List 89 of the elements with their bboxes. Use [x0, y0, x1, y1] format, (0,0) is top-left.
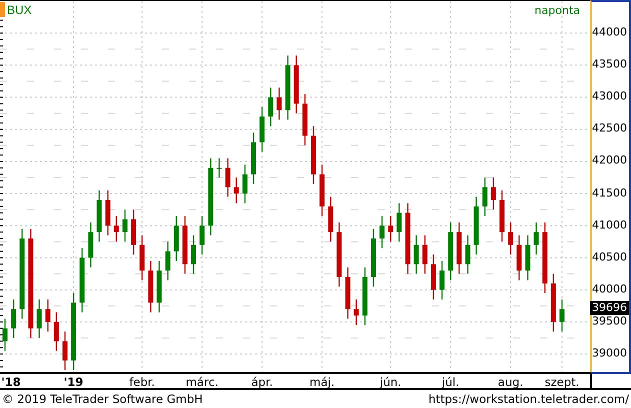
candlestick	[122, 210, 128, 242]
candlestick	[242, 164, 248, 204]
candlestick	[516, 235, 522, 280]
candlestick	[62, 332, 68, 370]
candlestick	[36, 299, 42, 338]
candlestick	[508, 222, 514, 255]
candlestick	[482, 178, 488, 216]
axis-label: szept.	[544, 375, 580, 389]
candlestick	[550, 274, 556, 332]
candlestick	[465, 235, 470, 274]
axis-label: '19	[64, 375, 84, 389]
website-link[interactable]: https://workstation.teletrader.com/	[428, 392, 629, 406]
interval-label: naponta	[534, 4, 580, 17]
candlestick	[430, 254, 436, 300]
axis-label: 39000	[592, 346, 627, 360]
candlestick	[500, 190, 505, 242]
candlestick	[165, 242, 170, 280]
candlestick	[234, 178, 239, 204]
candlestick	[490, 178, 496, 210]
axis-label: jún.	[380, 375, 402, 389]
axis-label: ápr.	[251, 375, 273, 389]
candlestick	[380, 216, 385, 248]
candlestick	[105, 190, 110, 236]
candlestick	[336, 222, 342, 287]
candlestick	[311, 126, 316, 184]
candlestick	[534, 222, 539, 255]
axis-label: 44000	[592, 26, 627, 39]
candlestick	[285, 56, 290, 120]
axis-label: 42000	[592, 154, 627, 167]
candlestick	[96, 190, 102, 242]
candlestick	[474, 196, 479, 255]
candlestick	[114, 216, 119, 242]
axis-label: '18	[1, 375, 21, 389]
symbol-label: BUX	[7, 2, 32, 16]
candlestick	[182, 216, 188, 274]
axis-label: 40500	[592, 250, 627, 264]
candlestick	[414, 235, 419, 274]
candlestick	[388, 216, 394, 242]
candlestick	[422, 235, 428, 274]
candlestick	[560, 299, 564, 332]
candlestick	[448, 222, 454, 280]
axis-label: 41500	[592, 186, 627, 200]
candlestick	[362, 267, 368, 326]
axis-label: 43500	[592, 58, 627, 71]
candlestick	[268, 88, 274, 126]
candlestick	[405, 203, 410, 274]
axis-label: márc.	[186, 375, 218, 389]
candlestick	[251, 132, 256, 184]
candlestick	[320, 164, 325, 216]
axis-label: 41000	[592, 218, 627, 232]
candlestick	[200, 216, 205, 255]
axis-label: 43000	[592, 90, 627, 103]
candlestick	[542, 222, 548, 294]
candlestick	[525, 235, 530, 280]
axis-label: júl.	[442, 375, 460, 389]
candlestick	[396, 203, 402, 242]
candlestick	[2, 318, 8, 351]
candlestick	[88, 222, 94, 268]
candlestick	[131, 210, 136, 255]
candlestick	[80, 248, 85, 312]
candlestick	[302, 94, 308, 146]
candlestick	[45, 299, 50, 332]
axis-label: 39500	[592, 314, 627, 328]
copyright-text: © 2019 TeleTrader Software GmbH	[2, 392, 203, 406]
candlestick	[440, 260, 445, 300]
axis-label: aug.	[498, 375, 524, 389]
candlestick	[140, 235, 145, 280]
candlestick	[216, 158, 222, 178]
candlestick	[174, 216, 179, 261]
candlestick	[260, 106, 265, 152]
candlestick	[191, 235, 196, 274]
axis-label: 40000	[592, 282, 627, 296]
axis-label: máj.	[310, 375, 335, 389]
candlestick	[276, 88, 282, 120]
last-price-label: 39696	[590, 301, 629, 316]
candlestick	[370, 228, 376, 287]
candlestick	[148, 260, 154, 312]
candlestick	[328, 196, 334, 242]
axis-label: febr.	[129, 375, 155, 389]
candlestick	[225, 158, 230, 197]
candlestick	[54, 312, 59, 351]
candlestick	[345, 267, 350, 319]
candlestick	[156, 260, 162, 312]
candlestick	[456, 222, 462, 274]
candlestick	[354, 299, 359, 326]
candlestick	[294, 56, 299, 114]
candlestick	[11, 299, 16, 338]
symbol-marker	[0, 2, 5, 17]
axis-label: 42500	[592, 122, 627, 135]
